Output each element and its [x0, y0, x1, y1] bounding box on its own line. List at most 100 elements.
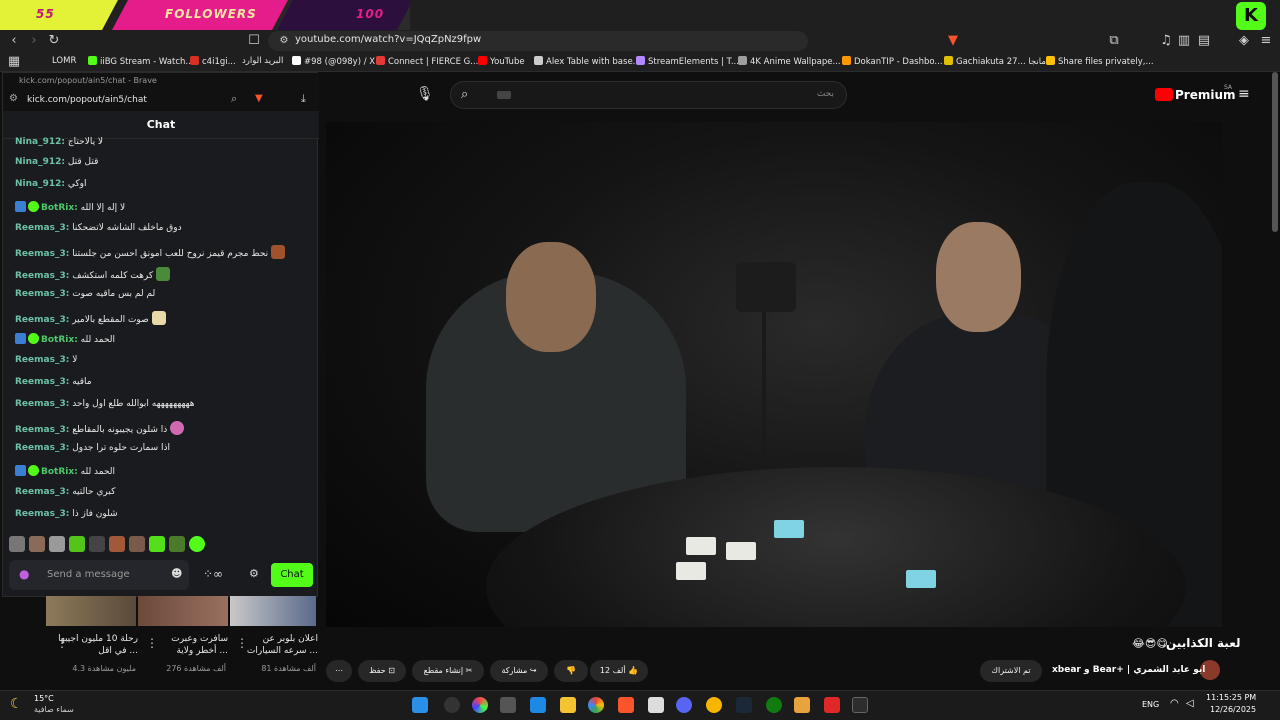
zoom-icon[interactable]: ⌕: [231, 92, 237, 106]
page-scrollbar[interactable]: [1272, 72, 1278, 232]
recommendation-thumbnail[interactable]: [46, 596, 136, 626]
emote-icon[interactable]: [49, 536, 65, 552]
chrome-icon[interactable]: [588, 697, 604, 713]
bookmark-item[interactable]: c4i1gi...: [190, 56, 236, 67]
bookmark-item[interactable]: LOMR: [52, 56, 76, 66]
volume-icon[interactable]: ◁: [1186, 698, 1194, 709]
windows-start-icon[interactable]: [412, 697, 428, 713]
recommendation-title[interactable]: سافرت وعبرت أخطر ولاية ...: [148, 633, 228, 657]
clock-date[interactable]: 12/26/2025: [1210, 705, 1256, 714]
mic-icon[interactable]: 🎙: [416, 86, 434, 102]
settings-icon[interactable]: ⚙: [249, 567, 259, 580]
back-icon[interactable]: ‹: [6, 33, 22, 49]
chat-message: Nina_912: قتل قتل: [15, 157, 99, 167]
emote-icon[interactable]: [189, 536, 205, 552]
download-icon[interactable]: ⤓: [301, 92, 306, 106]
brave-shield-icon[interactable]: ▼: [945, 33, 961, 49]
chat-message: Reemas_3: هههههههههه ابوالله طلع اول واح…: [15, 399, 195, 409]
menu-icon[interactable]: ≡: [1258, 33, 1274, 49]
bookmark-item[interactable]: Alex Table with base...: [534, 56, 641, 67]
like-button[interactable]: 12 ألف 👍: [590, 660, 648, 682]
bookmark-item[interactable]: Share files privately,...: [1046, 56, 1154, 67]
message-input[interactable]: ● Send a message ☻: [9, 560, 189, 590]
steam-icon[interactable]: [736, 697, 752, 713]
extensions-icon[interactable]: ⧉: [1106, 33, 1122, 49]
brave-shield-icon[interactable]: ▼: [255, 93, 263, 104]
chat-message: Reemas_3: شلون فاز ذا: [15, 509, 118, 519]
recommendation-thumbnail[interactable]: [230, 596, 316, 626]
hamburger-menu-icon[interactable]: ≡: [1238, 86, 1250, 102]
recommendation-views: 276 ألف مشاهدة: [166, 664, 226, 673]
message-placeholder: Send a message: [47, 569, 130, 580]
media-icon[interactable]: ♫: [1158, 33, 1174, 49]
file-explorer-icon[interactable]: [560, 697, 576, 713]
share-button[interactable]: مشاركة ↪: [490, 660, 548, 682]
emote-icon[interactable]: [29, 536, 45, 552]
bookmark-item[interactable]: DokanTIP - Dashbo...: [842, 56, 943, 67]
recommendation-title[interactable]: اعلان بلوبر عن سرعه السيارات ...: [238, 633, 318, 657]
clock-time[interactable]: 11:15:25 PM: [1206, 693, 1256, 702]
emoji-icon[interactable]: ☻: [171, 567, 182, 580]
emote-icon[interactable]: [69, 536, 85, 552]
search-input[interactable]: ⌕ بحث: [450, 81, 847, 109]
app-icon[interactable]: [500, 697, 516, 713]
chat-message: Reemas_3: لم لم بس ماقيه صوت: [15, 289, 156, 299]
wifi-icon[interactable]: ◠: [1170, 698, 1179, 709]
site-info-icon[interactable]: ⚙: [9, 93, 18, 104]
brave-icon[interactable]: [618, 697, 634, 713]
emote-icon[interactable]: [109, 536, 125, 552]
app-icon[interactable]: [648, 697, 664, 713]
emote-icon[interactable]: [129, 536, 145, 552]
emote-icon[interactable]: [89, 536, 105, 552]
keyboard-icon[interactable]: [497, 91, 511, 99]
bookmark-item[interactable]: Connect | FIERCE G...: [376, 56, 478, 67]
terminal-icon[interactable]: [852, 697, 868, 713]
discord-icon[interactable]: [676, 697, 692, 713]
points-icon[interactable]: ⁘∞: [203, 567, 223, 581]
apps-grid-icon[interactable]: ▦: [6, 54, 22, 70]
xbox-icon[interactable]: [766, 697, 782, 713]
chat-message: BotRix: الحمد لله: [15, 465, 115, 477]
bookmark-icon[interactable]: ☐: [246, 33, 262, 49]
channel-name[interactable]: xbear و Bear+ | ابو عابد الشمري: [1052, 665, 1205, 675]
popup-url: kick.com/popout/ain5/chat: [27, 95, 147, 105]
language-indicator[interactable]: ENG: [1142, 700, 1159, 709]
app-icon[interactable]: [444, 697, 460, 713]
reload-icon[interactable]: ↻: [46, 33, 62, 49]
bookmark-item[interactable]: Gachiakuta 27... مانجا: [944, 56, 1046, 67]
bookmark-item[interactable]: #98 (@098y) / X: [292, 56, 375, 67]
youtube-logo-icon[interactable]: [1155, 88, 1173, 101]
recommendation-thumbnail[interactable]: [138, 596, 228, 626]
bot-badge-icon: [15, 201, 26, 212]
emote-icon[interactable]: [169, 536, 185, 552]
app-icon[interactable]: [824, 697, 840, 713]
emote-icon[interactable]: [149, 536, 165, 552]
save-button[interactable]: حفظ ⊡: [358, 660, 406, 682]
video-player[interactable]: [326, 122, 1222, 627]
sidebar-icon[interactable]: ▥: [1176, 33, 1192, 49]
dislike-button[interactable]: 👎: [554, 660, 588, 682]
app-icon[interactable]: [794, 697, 810, 713]
bookmark-item[interactable]: YouTube: [478, 56, 525, 67]
app-icon[interactable]: [706, 697, 722, 713]
emote-icon: [271, 245, 286, 259]
forward-icon[interactable]: ›: [26, 33, 42, 49]
bookmark-item[interactable]: البريد الوارد: [242, 56, 283, 66]
subscribed-button[interactable]: تم الاشتراك: [980, 660, 1042, 682]
clip-button[interactable]: إنشاء مقطع ✂: [412, 660, 484, 682]
bookmark-item[interactable]: StreamElements | T...: [636, 56, 739, 67]
chat-message: BotRix: لا إله إلا الله: [15, 201, 125, 213]
vpn-icon[interactable]: ◈: [1236, 33, 1252, 49]
chat-send-button[interactable]: Chat: [271, 563, 313, 587]
wallet-icon[interactable]: ▤: [1196, 33, 1212, 49]
site-info-icon[interactable]: ⚙: [276, 33, 292, 49]
bookmark-item[interactable]: iiBG Stream - Watch...: [88, 56, 194, 67]
app-icon[interactable]: [530, 697, 546, 713]
recommendation-title[interactable]: رحلة 10 مليون اجيبها في اقل ...: [58, 633, 138, 657]
mic-icon[interactable]: ●: [19, 567, 29, 581]
more-actions-button[interactable]: ⋯: [326, 660, 352, 682]
emote-icon[interactable]: [9, 536, 25, 552]
bookmark-item[interactable]: 4K Anime Wallpape...: [738, 56, 841, 67]
app-icon[interactable]: [472, 697, 488, 713]
person-right-head: [936, 222, 1021, 332]
